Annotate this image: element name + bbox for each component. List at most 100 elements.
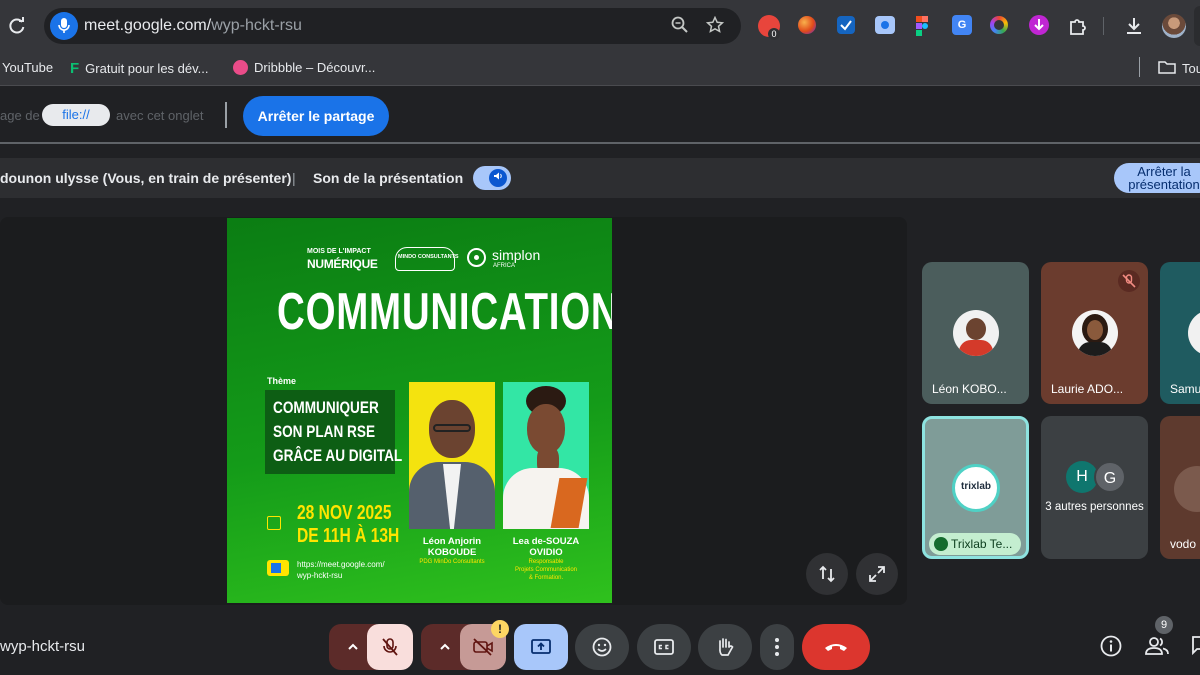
extension-translate-icon[interactable]: G [952, 15, 972, 35]
simplon-logo-icon [467, 248, 486, 267]
downloads-icon[interactable] [1123, 15, 1145, 37]
speaker1-photo [409, 382, 495, 529]
extension-screen-dot [881, 21, 889, 29]
presentation-audio-toggle[interactable] [473, 166, 511, 190]
participant-name: Laurie ADO... [1051, 382, 1124, 396]
slide-theme-line3: GRÂCE AU DIGITAL [273, 446, 403, 465]
more-vert-icon [775, 638, 779, 656]
profile-avatar[interactable] [1162, 14, 1186, 38]
camera-off-icon [473, 638, 493, 656]
meeting-code[interactable]: wyp-hckt-rsu [0, 638, 85, 655]
mic-off-icon [382, 638, 398, 656]
microphone-toggle-button[interactable] [367, 624, 413, 670]
slide-date-line1: 28 NOV 2025 [297, 502, 392, 524]
others-count-label: 3 autres personnes [1045, 501, 1144, 513]
url-path: wyp-hckt-rsu [211, 17, 302, 34]
bookmark-dribbble[interactable]: Dribbble – Découvr... [233, 60, 375, 75]
shared-source-chip[interactable]: file:// [42, 104, 110, 126]
muted-icon [1118, 270, 1140, 292]
present-screen-button[interactable] [514, 624, 568, 670]
speaker2-role-line2: Projets Communication [514, 567, 578, 573]
extension-grammar-icon[interactable]: 0 [758, 15, 780, 40]
participant-tile[interactable]: vodo [1160, 416, 1200, 559]
speaker1-glasses [433, 424, 471, 432]
leave-call-button[interactable] [802, 624, 870, 670]
avatar-top [1078, 342, 1112, 356]
bookmark-star-icon[interactable] [705, 15, 725, 36]
hand-raised-icon [934, 537, 948, 551]
more-options-button[interactable] [760, 624, 794, 670]
emoji-icon [592, 637, 612, 657]
participant-name: Trixlab Te... [951, 537, 1013, 551]
people-button[interactable] [1144, 634, 1170, 658]
zoom-icon[interactable] [670, 16, 690, 36]
swap-layout-button[interactable] [806, 553, 848, 595]
slide-link-line1: https://meet.google.com/ [297, 560, 385, 569]
chevron-up-icon [440, 643, 450, 650]
sharing-suffix-text[interactable]: avec cet onglet [116, 108, 203, 123]
slide-logo-simplon-sub: AFRICA [493, 263, 516, 269]
bookmark-folder-all[interactable]: Tou [1158, 60, 1200, 77]
extension-figma-icon[interactable] [914, 15, 930, 37]
speaker2-role-line1: Responsable [528, 559, 564, 565]
avatar-face [966, 318, 986, 340]
slide-theme-label: Thème [267, 376, 297, 386]
sharing-divider [225, 102, 227, 128]
chat-icon [1192, 636, 1200, 656]
stop-sharing-button[interactable]: Arrêter le partage [243, 96, 389, 136]
url-text[interactable]: meet.google.com/wyp-hckt-rsu [84, 17, 302, 35]
speaker2-role-line3: & Formation. [528, 575, 564, 581]
bookmark-youtube[interactable]: YouTube [2, 60, 53, 75]
microphone-in-use-icon[interactable] [50, 12, 78, 40]
fullscreen-button[interactable] [856, 553, 898, 595]
freepik-f-icon: F [70, 60, 80, 77]
trixlab-logo: trixlab [952, 464, 1000, 512]
closed-captions-icon [654, 639, 674, 655]
simplon-logo-dot [474, 255, 479, 260]
bookmarks-separator [1139, 57, 1140, 77]
participant-tile-active-speaker[interactable]: trixlab Trixlab Te... [922, 416, 1029, 559]
participant-name: Léon KOBO... [932, 382, 1007, 396]
speaker2-photo [503, 382, 589, 529]
sharing-prefix-text: age de [0, 108, 40, 123]
speaker1-name-line1: Léon Anjorin [422, 536, 482, 547]
slide-date-line2: DE 11H À 13H [297, 525, 400, 547]
captions-button[interactable] [637, 624, 691, 670]
avatar [1188, 310, 1200, 356]
people-count-badge: 9 [1155, 616, 1173, 634]
stop-presenting-button[interactable]: Arrêter la présentation [1114, 163, 1200, 193]
others-tile[interactable]: H G 3 autres personnes [1041, 416, 1148, 559]
reload-icon[interactable] [7, 16, 27, 36]
avatar [953, 310, 999, 356]
participant-tile[interactable]: Léon KOBO... [922, 262, 1029, 404]
presentation-audio-label: Son de la présentation [313, 170, 464, 186]
avatar-face [1087, 320, 1103, 340]
people-icon [1145, 637, 1169, 655]
chat-button[interactable] [1190, 634, 1200, 658]
dribbble-icon [233, 60, 248, 75]
slide-logo-impact-line2: NUMÉRIQUE [307, 257, 378, 271]
slide-title: COMMUNICATION [277, 283, 612, 341]
presentation-status-bar: dounon ulysse (Vous, en train de présent… [0, 158, 1200, 198]
extension-orb-icon[interactable] [798, 16, 816, 34]
raise-hand-button[interactable] [698, 624, 752, 670]
tab-sharing-bar: age de file:// avec cet onglet Arrêter l… [0, 86, 1200, 144]
slide-link-line2: wyp-hckt-rsu [297, 571, 343, 580]
extension-check-icon[interactable] [837, 16, 855, 34]
reactions-button[interactable] [575, 624, 629, 670]
extension-color-picker-icon[interactable] [990, 16, 1008, 34]
extension-screen-icon[interactable] [875, 16, 895, 34]
slide-logo-mindo: MINDO CONSULTANTS [398, 254, 459, 260]
address-bar[interactable]: meet.google.com/wyp-hckt-rsu [44, 8, 741, 44]
bookmark-gratuit[interactable]: F Gratuit pour les dév... [70, 60, 209, 77]
speaker2-name-line2: OVIDIO [529, 547, 563, 558]
participant-tile[interactable]: Samu [1160, 262, 1200, 404]
extensions-puzzle-icon[interactable] [1067, 15, 1089, 37]
speaker1-name-line2: KOBOUDE [427, 547, 477, 558]
slide-theme-line1: COMMUNIQUER [273, 398, 379, 417]
meeting-info-button[interactable] [1099, 634, 1123, 658]
call-end-icon [825, 644, 847, 651]
participant-tile[interactable]: Laurie ADO... [1041, 262, 1148, 404]
extension-download-icon[interactable] [1029, 15, 1049, 35]
status-separator: | [292, 170, 296, 186]
